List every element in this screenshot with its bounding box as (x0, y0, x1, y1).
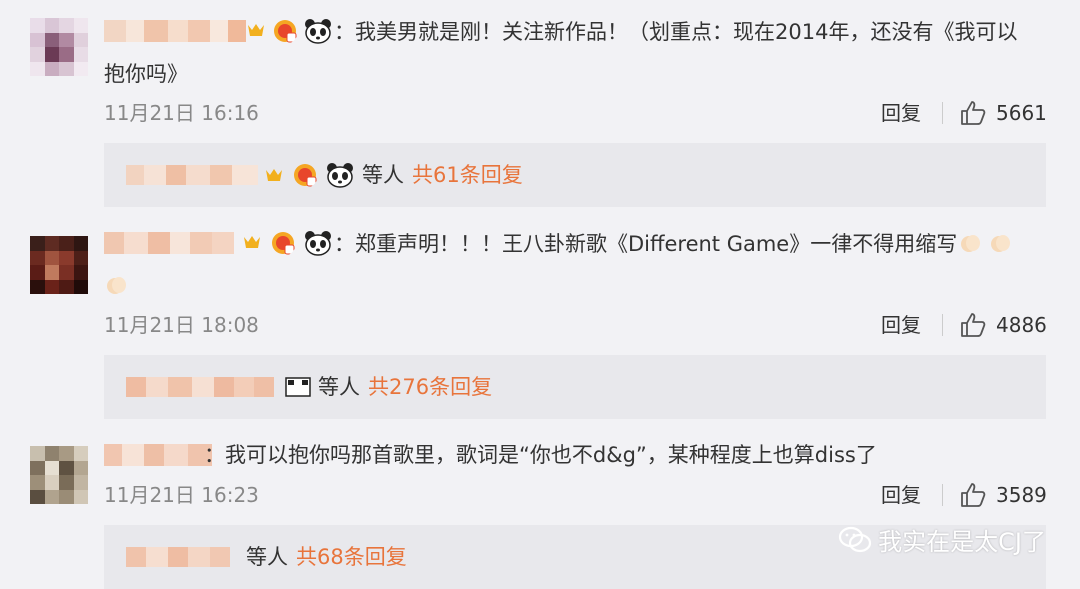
reply-button[interactable]: 回复 (881, 100, 921, 126)
member-badge-icon (272, 232, 295, 255)
username-blurred[interactable] (104, 18, 246, 44)
panda-badge-icon (305, 19, 331, 44)
username-blurred[interactable] (104, 442, 212, 468)
clap-emoji-icon (991, 235, 1010, 252)
reply-thread-box[interactable]: 等人 共276条回复 (104, 355, 1046, 419)
reply-count-link[interactable]: 共61条回复 (412, 161, 523, 189)
avatar[interactable] (30, 18, 88, 76)
divider (942, 102, 943, 124)
vip-crown-icon (244, 236, 260, 248)
reply-count-link[interactable]: 共68条回复 (296, 543, 407, 571)
like-thumb-icon[interactable] (960, 482, 986, 508)
panda-badge-icon (305, 231, 331, 256)
wechat-icon (839, 526, 872, 552)
reply-thread-box[interactable]: 等人 共61条回复 (104, 143, 1046, 207)
clap-emoji-icon (961, 235, 980, 252)
like-count: 4886 (996, 313, 1047, 337)
reply-button[interactable]: 回复 (881, 312, 921, 338)
comment-text-cont: 抱你吗》 (104, 62, 188, 86)
reply-usernames-blurred (126, 163, 258, 187)
wechat-watermark: 我实在是太CJ了 (838, 522, 1046, 557)
like-count: 3589 (996, 483, 1047, 507)
like-count: 5661 (996, 101, 1047, 125)
avatar[interactable] (30, 236, 88, 294)
comment-text: ：我美男就是刚！关注新作品！（划重点：现在2014年，还没有《我可以 (334, 20, 1018, 44)
panda-badge-icon (327, 163, 353, 188)
divider (942, 484, 943, 506)
like-thumb-icon[interactable] (960, 100, 986, 126)
comment-time: 11月21日 16:23 (104, 483, 259, 507)
reply-button[interactable]: 回复 (881, 482, 921, 508)
comment-text: ：郑重声明！！！王八卦新歌《Different Game》一律不得用缩写 (334, 232, 958, 256)
divider (942, 314, 943, 336)
member-badge-icon (294, 164, 317, 187)
reply-others-label: 等人 (362, 163, 404, 187)
vip-crown-icon (248, 24, 264, 36)
clap-emoji-icon (107, 277, 126, 294)
panda-badge-icon (285, 377, 311, 397)
reply-others-label: 等人 (246, 545, 288, 569)
comment-text: ：我可以抱你吗那首歌里，歌词是“你也不d&g”，某种程度上也算diss了 (204, 443, 877, 467)
comment-time: 11月21日 16:16 (104, 101, 259, 125)
watermark-text: 我实在是太CJ了 (878, 528, 1046, 556)
avatar[interactable] (30, 446, 88, 504)
like-thumb-icon[interactable] (960, 312, 986, 338)
reply-usernames-blurred (126, 375, 274, 399)
reply-count-link[interactable]: 共276条回复 (368, 373, 492, 401)
reply-others-label: 等人 (318, 375, 360, 399)
username-blurred[interactable] (104, 230, 234, 256)
comment-time: 11月21日 18:08 (104, 313, 259, 337)
reply-usernames-blurred (126, 545, 230, 569)
member-badge-icon (274, 20, 297, 43)
vip-crown-icon (266, 169, 282, 181)
